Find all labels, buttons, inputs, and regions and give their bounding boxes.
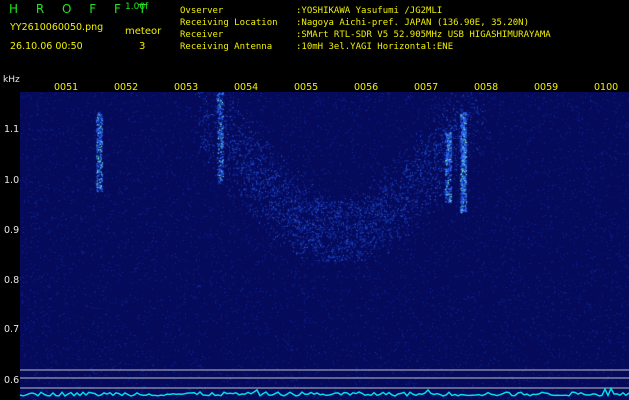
freq-tick: 0.7 — [4, 324, 20, 335]
time-tick: 0100 — [594, 82, 619, 93]
time-tick: 0051 — [54, 82, 79, 93]
freq-tick: 1.0 — [4, 175, 20, 186]
time-tick: 0052 — [114, 82, 139, 93]
freq-tick: 0.8 — [4, 275, 20, 286]
time-tick: 0055 — [294, 82, 319, 93]
frequency-unit-label: kHz — [3, 75, 20, 85]
time-tick: 0053 — [174, 82, 199, 93]
spectrogram-overlay — [19, 369, 629, 398]
time-tick: 0059 — [534, 82, 559, 93]
time-tick: 0058 — [474, 82, 499, 93]
signal-level-trace — [19, 386, 629, 398]
time-tick: 0054 — [234, 82, 259, 93]
time-tick: 0057 — [414, 82, 439, 93]
viewer-screen: { "header": { "brand": "H R O F F T", "v… — [0, 0, 629, 400]
freq-tick: 1.1 — [4, 124, 20, 135]
freq-tick: 0.6 — [4, 375, 20, 386]
freq-tick: 0.9 — [4, 225, 20, 236]
time-tick: 0056 — [354, 82, 379, 93]
